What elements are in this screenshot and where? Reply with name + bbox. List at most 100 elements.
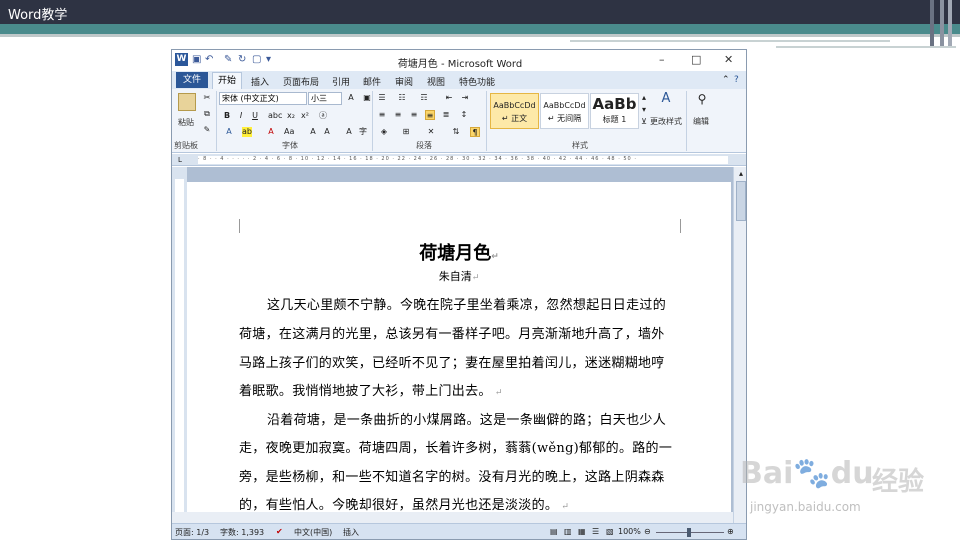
header-decor-line [776,46,956,48]
strikethrough-icon[interactable]: abc [268,111,282,121]
tab-home[interactable]: 开始 [212,72,242,89]
bold-button[interactable]: B [222,111,232,121]
character-border-icon[interactable]: A [344,127,354,137]
tab-mailings[interactable]: 邮件 [363,75,381,88]
body-line: 这几天心里颇不宁静。今晚在院子里坐着乘凉，忽然想起日日走过的 [267,298,667,313]
tab-features[interactable]: 特色功能 [459,75,495,88]
header-decor-strip [940,0,944,48]
help-icon[interactable]: ? [734,75,739,85]
watermark-brand: Bai [740,456,794,491]
watermark-text: 经验 [872,467,925,497]
close-button[interactable]: ✕ [724,53,733,66]
distributed-icon[interactable]: ≣ [441,110,451,120]
sort-icon[interactable]: ⇅ [451,127,461,137]
zoom-slider-thumb[interactable] [687,528,691,537]
zoom-level[interactable]: 100% [618,527,641,536]
enclose-characters-icon[interactable]: 字 [358,127,368,137]
bullets-icon[interactable]: ☰ [377,93,387,103]
horizontal-scrollbar[interactable] [172,512,733,523]
print-layout-icon[interactable]: ▤ [550,527,558,536]
paragraph-mark: ↵ [558,502,570,512]
chinese-layout-icon[interactable]: ✕ [426,127,436,137]
slide: Word教学 W ▣ ↶ ✎ ↻ ▢ ▾ 荷塘月色 - Microsoft Wo… [0,0,960,540]
font-color-icon[interactable]: A [266,127,276,137]
subscript-icon[interactable]: x₂ [286,111,296,121]
numbering-icon[interactable]: ☷ [397,93,407,103]
styles-more-icon[interactable]: ⊻ [639,117,649,127]
italic-button[interactable]: I [236,111,246,121]
ribbon-collapse-icon[interactable]: ⌃ [722,75,730,85]
proofing-icon[interactable]: ✔ [276,527,283,536]
font-size-select[interactable]: 小三 [308,92,342,105]
font-name-select[interactable]: 宋体 (中文正文) [219,92,307,105]
paste-button[interactable]: 粘贴 [178,117,194,128]
status-insert-mode[interactable]: 插入 [343,527,359,538]
maximize-button[interactable]: □ [691,53,701,66]
body-line: 走，夜晚更加寂寞。荷塘四周，长着许多树，蓊蓊(wěng)郁郁的。路的一 [239,441,673,456]
scroll-up-icon[interactable]: ▴ [736,169,746,179]
grow-font-icon[interactable]: A [346,93,356,103]
format-painter-icon[interactable]: ✎ [202,125,212,135]
status-page[interactable]: 页面: 1/3 [175,527,209,538]
header-decor-line [570,40,890,42]
find-icon[interactable]: ⚲ [694,93,710,110]
tab-references[interactable]: 引用 [332,75,350,88]
copy-icon[interactable]: ⧉ [202,109,212,119]
align-right-icon[interactable]: ≡ [409,110,419,120]
scroll-thumb[interactable] [736,181,746,221]
show-marks-icon[interactable]: ¶ [470,127,480,137]
justify-icon[interactable]: ≡ [425,110,435,120]
status-word-count[interactable]: 字数: 1,393 [220,527,264,538]
slide-title: Word教学 [8,8,68,23]
tab-insert[interactable]: 插入 [251,75,269,88]
multilevel-list-icon[interactable]: ☶ [419,93,429,103]
tab-review[interactable]: 审阅 [395,75,413,88]
cut-icon[interactable]: ✂ [202,93,212,103]
style-name: ↵ 无间隔 [547,114,582,123]
grow-font-button-icon[interactable]: A [308,127,318,137]
change-case-icon[interactable]: Aa [284,127,294,137]
styles-scroll-up-icon[interactable]: ▴ [639,93,649,103]
zoom-out-icon[interactable]: ⊖ [644,527,651,536]
tab-page-layout[interactable]: 页面布局 [283,75,319,88]
style-no-spacing[interactable]: AaBbCcDd ↵ 无间隔 [540,93,589,129]
group-label-styles: 样式 [572,141,588,150]
borders-icon[interactable]: ⊞ [401,127,411,137]
editing-button[interactable]: 编辑 [693,116,709,127]
align-center-icon[interactable]: ≡ [393,110,403,120]
outline-icon[interactable]: ☰ [592,527,599,536]
tab-selector-icon[interactable]: L [175,155,185,165]
paste-icon[interactable] [178,93,196,111]
body-line-text: 的，有些怕人。今晚却很好，虽然月光也还是淡淡的。 [239,498,559,513]
horizontal-ruler[interactable]: L · 8 · · 4 · · · · · 2 · 4 · 6 · 8 · 10… [172,154,746,166]
line-spacing-icon[interactable]: ↕ [459,110,469,120]
document-page[interactable]: 荷塘月色↵ 朱自清↵ 这几天心里颇不宁静。今晚在院子里坐着乘凉，忽然想起日日走过… [187,182,731,523]
clear-format-icon[interactable]: ▣ [362,93,372,103]
tab-file[interactable]: 文件 [176,72,208,88]
zoom-in-icon[interactable]: ⊕ [727,527,734,536]
change-styles-icon[interactable]: A [658,92,674,110]
shading-icon[interactable]: ◈ [379,127,389,137]
highlight-icon[interactable]: ab [242,127,252,137]
increase-indent-icon[interactable]: ⇥ [460,93,470,103]
draft-icon[interactable]: ▧ [606,527,614,536]
shrink-font-icon[interactable]: A [322,127,332,137]
change-styles-button[interactable]: 更改样式 [650,116,682,127]
status-language[interactable]: 中文(中国) [294,527,332,538]
full-screen-icon[interactable]: ▥ [564,527,572,536]
style-normal[interactable]: AaBbCcDd ↵ 正文 [490,93,539,129]
superscript-icon[interactable]: x² [300,111,310,121]
text-effect-icon[interactable]: A [224,127,234,137]
text-effects-icon[interactable]: ⓐ [318,111,328,121]
web-layout-icon[interactable]: ▦ [578,527,586,536]
slide-header-rule [0,34,960,37]
style-heading-1[interactable]: AaBb 标题 1 [590,93,639,129]
underline-button[interactable]: U [250,111,260,121]
tab-view[interactable]: 视图 [427,75,445,88]
vertical-ruler[interactable] [172,167,187,523]
minimize-button[interactable]: – [659,53,665,66]
crop-mark [239,219,240,233]
decrease-indent-icon[interactable]: ⇤ [444,93,454,103]
styles-scroll-down-icon[interactable]: ▾ [639,105,649,115]
align-left-icon[interactable]: ≡ [377,110,387,120]
